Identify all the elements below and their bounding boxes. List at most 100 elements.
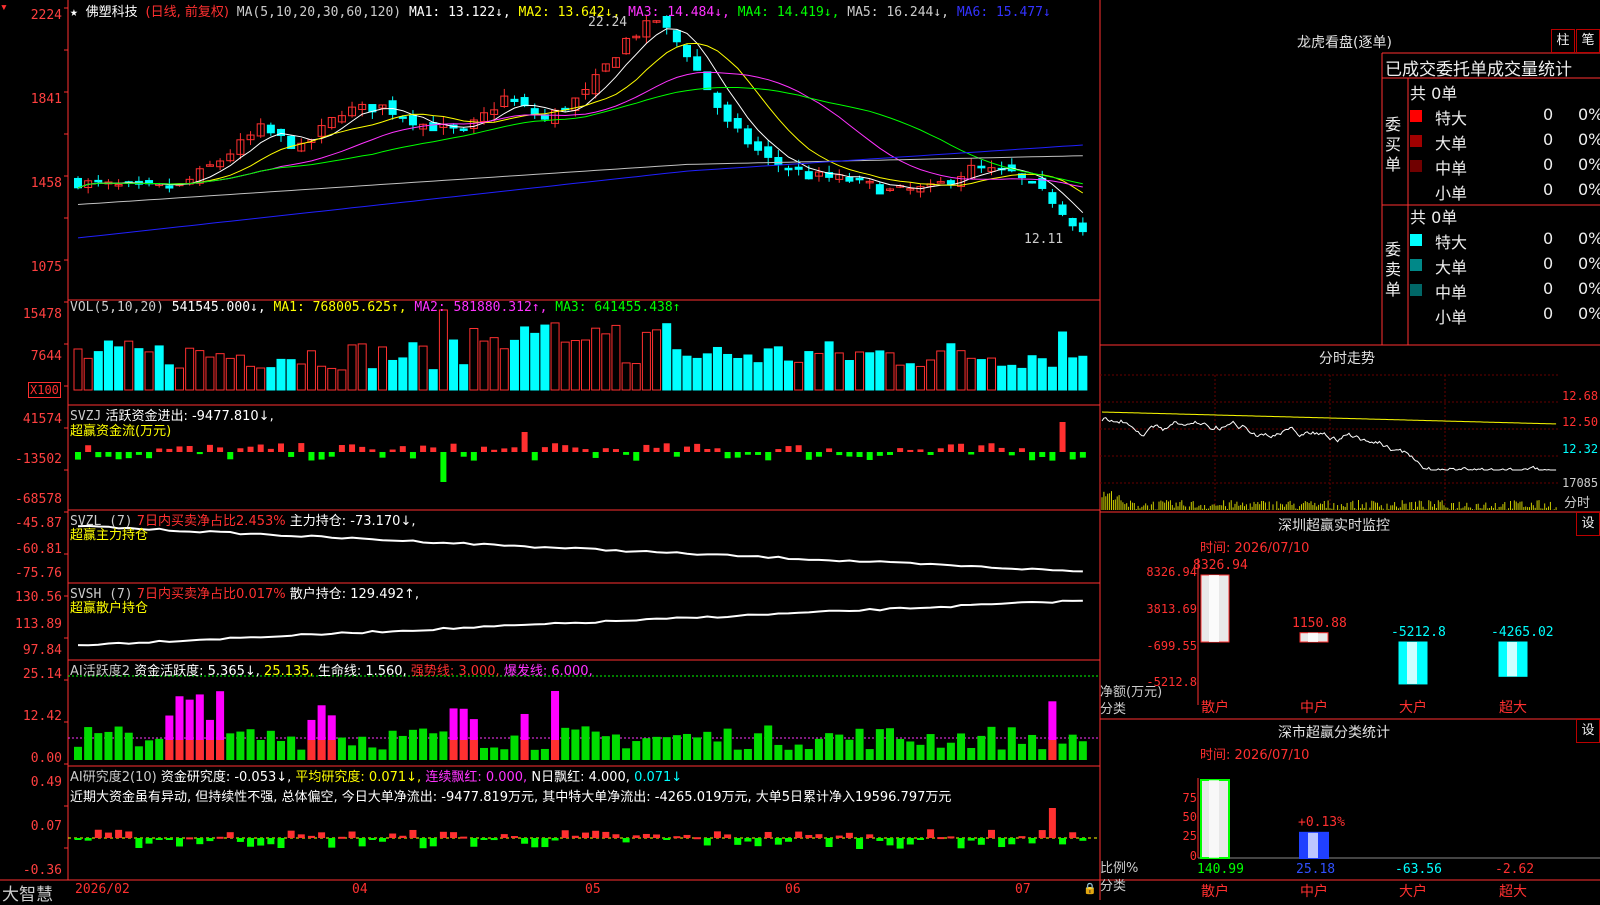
volume-bar bbox=[763, 348, 773, 391]
volume-bar bbox=[641, 331, 651, 391]
ai-n-red: N日飘红: 4.000, bbox=[531, 770, 630, 785]
category-label: 散户 bbox=[1201, 700, 1229, 716]
volume-bar bbox=[378, 346, 387, 391]
ma-line bbox=[77, 42, 1084, 194]
research-bar bbox=[267, 838, 275, 845]
volume-bars[interactable] bbox=[73, 309, 1088, 391]
svsh-subtitle: 超赢散户持仓 bbox=[70, 601, 149, 616]
candlestick-series[interactable] bbox=[74, 15, 1087, 236]
research-bar bbox=[287, 830, 295, 838]
research-bar bbox=[845, 832, 853, 838]
volume-unit[interactable]: X100 bbox=[28, 382, 61, 398]
candle-body bbox=[845, 177, 854, 182]
brand-logo[interactable]: 大智慧 bbox=[2, 880, 53, 905]
order-type: 特大 bbox=[1435, 233, 1468, 252]
bar-value-label: 8326.94 bbox=[1193, 558, 1248, 573]
activity-bar bbox=[368, 747, 377, 760]
sz-class-settings-button[interactable]: 设 bbox=[1576, 719, 1600, 743]
svzj-bar bbox=[968, 452, 975, 455]
activity-bar bbox=[814, 738, 823, 760]
research-bar bbox=[1048, 808, 1056, 838]
volume-bar bbox=[581, 339, 590, 391]
candle-body bbox=[794, 166, 803, 170]
intraday-title[interactable]: 分时走势 bbox=[1319, 348, 1375, 368]
candle-body bbox=[1068, 217, 1077, 227]
research-bar bbox=[450, 832, 458, 838]
activity-bar bbox=[398, 735, 407, 760]
research-bar bbox=[967, 838, 975, 841]
main-chart[interactable] bbox=[0, 0, 1600, 900]
activity-base bbox=[459, 740, 468, 760]
candle-body bbox=[510, 98, 519, 103]
tick-mode-button[interactable]: 笔 bbox=[1576, 29, 1600, 53]
lock-icon[interactable]: 🔒 bbox=[1083, 882, 1097, 895]
volume-bar bbox=[550, 322, 560, 391]
svzj-bar bbox=[917, 449, 924, 452]
axis-label: 1841 bbox=[30, 92, 62, 107]
volume-bar bbox=[865, 352, 875, 391]
svzj-bar bbox=[1069, 452, 1076, 460]
volume-bar bbox=[388, 359, 398, 391]
activity-bar bbox=[540, 748, 549, 760]
research-bar bbox=[368, 838, 376, 840]
svzj-bar bbox=[206, 444, 213, 452]
svzj-bar bbox=[278, 443, 284, 452]
candle-body bbox=[266, 124, 275, 134]
volume-bar bbox=[398, 357, 408, 391]
activity-bar bbox=[530, 749, 539, 760]
candle-body bbox=[754, 141, 763, 151]
intraday-chart[interactable] bbox=[1100, 374, 1560, 510]
svzj-bar bbox=[115, 452, 122, 460]
svzj-bar bbox=[937, 448, 944, 452]
svzj-bar bbox=[836, 452, 843, 456]
svzj-bar bbox=[349, 444, 356, 452]
research-bar bbox=[805, 834, 813, 838]
volume-bar bbox=[225, 357, 235, 391]
sz-monitor-settings-button[interactable]: 设 bbox=[1576, 512, 1600, 536]
activity-bar bbox=[946, 742, 955, 760]
activity-base bbox=[1048, 740, 1057, 760]
activity-bar bbox=[743, 748, 752, 760]
activity-base bbox=[317, 740, 326, 760]
axis-label: 3813.69 bbox=[1146, 602, 1197, 616]
axis-label: -45.87 bbox=[15, 516, 62, 531]
volume-bar bbox=[1058, 331, 1068, 391]
volume-bar bbox=[428, 369, 438, 391]
stock-name[interactable]: 佛塑科技 bbox=[86, 5, 138, 20]
research-bar bbox=[439, 831, 447, 838]
svzj-bar bbox=[856, 452, 863, 457]
candle-body bbox=[94, 179, 103, 183]
activity-bar bbox=[480, 747, 488, 760]
svzj-bar bbox=[958, 443, 965, 452]
bar-mode-button[interactable]: 柱 bbox=[1551, 29, 1575, 53]
svzj-bar bbox=[399, 446, 406, 452]
research-bar bbox=[896, 838, 904, 849]
ai-res-title: AI研究度2(10) bbox=[70, 770, 157, 785]
research-bar bbox=[104, 832, 112, 838]
volume-bar bbox=[895, 364, 905, 391]
svzj-bar bbox=[1039, 452, 1046, 457]
volume-bar bbox=[246, 365, 256, 391]
axis-label: 0.07 bbox=[30, 819, 62, 834]
research-bar bbox=[856, 838, 864, 849]
sz-monitor-title: 深圳超赢实时监控 bbox=[1278, 518, 1390, 534]
high-price-marker: 22.24 bbox=[588, 15, 628, 30]
research-bar bbox=[551, 838, 559, 841]
volume-bar bbox=[723, 353, 733, 391]
research-bar bbox=[612, 834, 620, 838]
axis-label: 12.50 bbox=[1562, 415, 1599, 429]
svsh-polyline bbox=[77, 599, 1083, 647]
research-bar bbox=[226, 832, 234, 838]
candle-body bbox=[946, 180, 955, 185]
svzj-bar bbox=[501, 448, 508, 452]
research-bar bbox=[236, 838, 244, 842]
activity-bar bbox=[1017, 743, 1026, 760]
axis-label: 12.68 bbox=[1562, 389, 1599, 403]
svzj-bar bbox=[663, 443, 670, 452]
volume-bar bbox=[814, 352, 824, 391]
svzj-bar bbox=[785, 446, 792, 452]
activity-bar bbox=[764, 725, 773, 760]
axis-label: 12.32 bbox=[1562, 442, 1599, 456]
svzj-bar bbox=[227, 452, 234, 460]
chart-mode[interactable]: (日线, 前复权) bbox=[146, 5, 229, 20]
